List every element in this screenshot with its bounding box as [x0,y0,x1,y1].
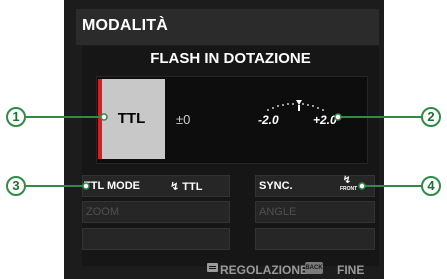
callout-3: 3 [6,176,26,196]
callout-2: 2 [421,107,441,127]
callout-1: 1 [6,107,26,127]
callout-4: 4 [421,176,441,196]
callout-leaders [26,113,423,190]
